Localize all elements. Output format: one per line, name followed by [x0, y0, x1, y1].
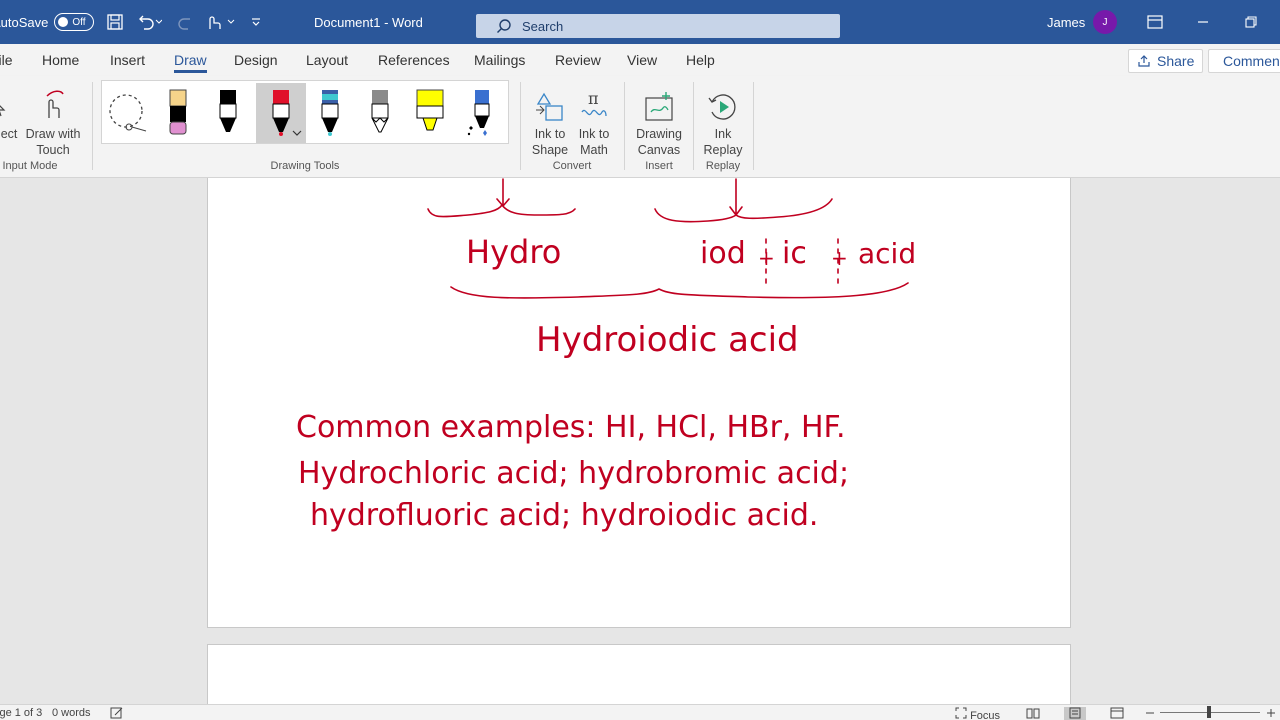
tab-view[interactable]: View — [627, 44, 657, 76]
title-bar: AutoSave Off Document1 - Word Search Jam… — [0, 0, 1280, 44]
ink-to-shape-button[interactable]: Ink to Shape — [528, 80, 572, 158]
search-input[interactable]: Search — [476, 14, 840, 38]
ink-to-shape-icon — [536, 92, 563, 121]
pencil-icon[interactable] — [358, 83, 402, 143]
action-pen-icon[interactable] — [458, 83, 502, 143]
drawing-canvas-button[interactable]: Drawing Canvas — [630, 80, 688, 158]
search-placeholder: Search — [522, 18, 564, 34]
draw-touch-icon — [46, 90, 64, 118]
tab-file[interactable]: File — [0, 44, 13, 76]
ribbon-display-options-icon[interactable] — [1132, 0, 1178, 44]
document-page[interactable]: Hydro iod + ic + acid Hydroiodic acid Co… — [207, 178, 1071, 628]
touch-mode-icon[interactable] — [204, 0, 238, 44]
tab-home[interactable]: Home — [42, 44, 79, 76]
ink-plus-2: + — [831, 246, 848, 270]
tab-layout[interactable]: Layout — [306, 44, 348, 76]
page-count[interactable]: Page 1 of 3 — [0, 707, 42, 719]
minimize-icon[interactable] — [1180, 0, 1226, 44]
document-area[interactable]: Hydro iod + ic + acid Hydroiodic acid Co… — [0, 178, 1280, 704]
search-icon — [497, 19, 511, 33]
read-mode-icon[interactable] — [1026, 707, 1040, 720]
focus-button[interactable]: Focus — [955, 707, 1000, 720]
focus-icon — [955, 707, 967, 719]
input-mode-group-label: Input Mode — [2, 160, 58, 172]
word-count[interactable]: 0 words — [52, 707, 91, 719]
ink-to-math-button[interactable]: π Ink to Math — [574, 80, 614, 158]
zoom-in-icon[interactable] — [1266, 708, 1276, 720]
eraser-icon[interactable] — [156, 83, 200, 143]
pen-gallery — [101, 80, 509, 144]
ink-text-hydrofluoric-line: hydrofluoric acid; hydroiodic acid. — [310, 498, 818, 533]
tab-references[interactable]: References — [378, 44, 450, 76]
ink-text-hydro: Hydro — [466, 233, 561, 271]
tab-help[interactable]: Help — [686, 44, 715, 76]
tab-draw[interactable]: Draw — [174, 44, 207, 76]
ribbon: Select Draw with Touch Input Mode — [0, 76, 1280, 178]
drawing-tools-group-label: Drawing Tools — [270, 160, 340, 172]
ink-to-math-icon: π — [581, 90, 607, 117]
ink-text-iod: iod — [700, 236, 746, 271]
tab-design[interactable]: Design — [234, 44, 278, 76]
document-page-2[interactable] — [207, 644, 1071, 704]
ink-text-hydroiodic-acid: Hydroiodic acid — [536, 320, 799, 360]
convert-group-label: Convert — [552, 160, 592, 172]
restore-icon[interactable] — [1228, 0, 1274, 44]
draw-with-touch-button[interactable]: Draw with Touch — [20, 80, 86, 158]
undo-icon[interactable] — [136, 0, 162, 44]
zoom-out-icon[interactable] — [1145, 708, 1155, 720]
tab-insert[interactable]: Insert — [110, 44, 145, 76]
comments-button[interactable]: Comments — [1208, 49, 1280, 73]
highlighter-icon[interactable] — [408, 83, 452, 143]
ink-text-common-examples: Common examples: HI, HCl, HBr, HF. — [296, 410, 846, 445]
insert-group-label: Insert — [645, 160, 673, 172]
ink-replay-button[interactable]: Ink Replay — [700, 80, 746, 158]
ink-text-ic: ic — [782, 236, 807, 271]
galaxy-pen-icon[interactable] — [308, 83, 352, 143]
black-pen-icon[interactable] — [206, 83, 250, 143]
ink-drawing[interactable]: Hydro iod + ic + acid Hydroiodic acid Co… — [208, 178, 1072, 629]
ink-text-acid: acid — [858, 237, 916, 270]
proofing-icon[interactable] — [110, 707, 124, 720]
share-button[interactable]: Share — [1128, 49, 1204, 73]
tab-review[interactable]: Review — [555, 44, 601, 76]
ink-plus-1: + — [758, 246, 775, 270]
tab-mailings[interactable]: Mailings — [474, 44, 525, 76]
autosave-label: AutoSave — [0, 14, 49, 30]
print-layout-icon[interactable] — [1064, 707, 1086, 720]
autosave-toggle[interactable]: Off — [54, 13, 95, 31]
select-button[interactable]: Select — [0, 80, 20, 158]
customize-qat-icon[interactable] — [249, 0, 263, 44]
drawing-canvas-icon — [645, 92, 673, 121]
replay-group-label: Replay — [705, 160, 741, 172]
web-layout-icon[interactable] — [1110, 707, 1124, 720]
document-title: Document1 - Word — [314, 14, 423, 30]
user-name[interactable]: James — [1047, 0, 1085, 44]
redo-icon[interactable] — [176, 0, 196, 44]
ink-replay-icon — [708, 94, 736, 120]
save-icon[interactable] — [106, 0, 124, 44]
select-arrow-icon — [0, 105, 6, 117]
autosave[interactable]: AutoSave Off — [0, 0, 95, 44]
chevron-down-icon — [292, 130, 302, 136]
status-bar: Page 1 of 3 0 words Focus — [0, 704, 1280, 720]
share-icon — [1138, 55, 1150, 67]
avatar[interactable]: J — [1093, 0, 1117, 44]
ink-text-hydrochloric-line: Hydrochloric acid; hydrobromic acid; — [298, 456, 849, 491]
lasso-select-icon[interactable] — [106, 83, 150, 143]
svg-text:π: π — [588, 90, 599, 108]
ribbon-tabs: File Home Insert Draw Design Layout Refe… — [0, 44, 1280, 76]
zoom-slider-thumb[interactable] — [1207, 706, 1211, 718]
red-pen-icon[interactable] — [256, 83, 306, 143]
